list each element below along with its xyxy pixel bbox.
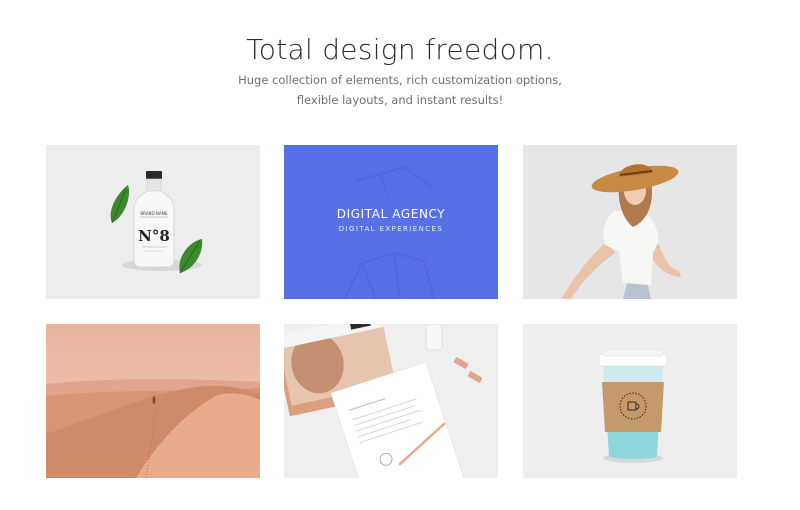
agency-subtitle: DIGITAL EXPERIENCES xyxy=(338,225,444,233)
coffee-cup-image xyxy=(523,324,737,478)
subtitle-line-1: Huge collection of elements, rich custom… xyxy=(238,73,562,87)
digital-agency-image xyxy=(284,145,498,299)
stationery-mockup-image xyxy=(284,324,498,478)
gallery-tile-stationery[interactable] xyxy=(284,324,498,478)
desert-dunes-image xyxy=(46,324,260,478)
bottle-label-text: N°8 xyxy=(138,227,170,245)
page-title: Total design freedom. xyxy=(246,32,554,66)
woman-in-hat-image xyxy=(523,145,737,299)
agency-title: DIGITAL AGENCY xyxy=(336,207,446,221)
gallery-tile-woman[interactable] xyxy=(523,145,737,299)
subtitle-line-2: flexible layouts, and instant results! xyxy=(296,93,504,107)
page-subtitle: Huge collection of elements, rich custom… xyxy=(0,70,800,110)
gallery-tile-coffee-cup[interactable] xyxy=(523,324,737,478)
gallery-tile-digital-agency[interactable]: DIGITAL AGENCY DIGITAL EXPERIENCES xyxy=(284,145,498,299)
gallery-tile-bottle[interactable]: BRAND NAME N°8 xyxy=(46,145,260,299)
gallery-tile-desert[interactable] xyxy=(46,324,260,478)
bottle-brand-text: BRAND NAME xyxy=(140,211,168,216)
bottle-image: BRAND NAME N°8 xyxy=(46,145,260,299)
